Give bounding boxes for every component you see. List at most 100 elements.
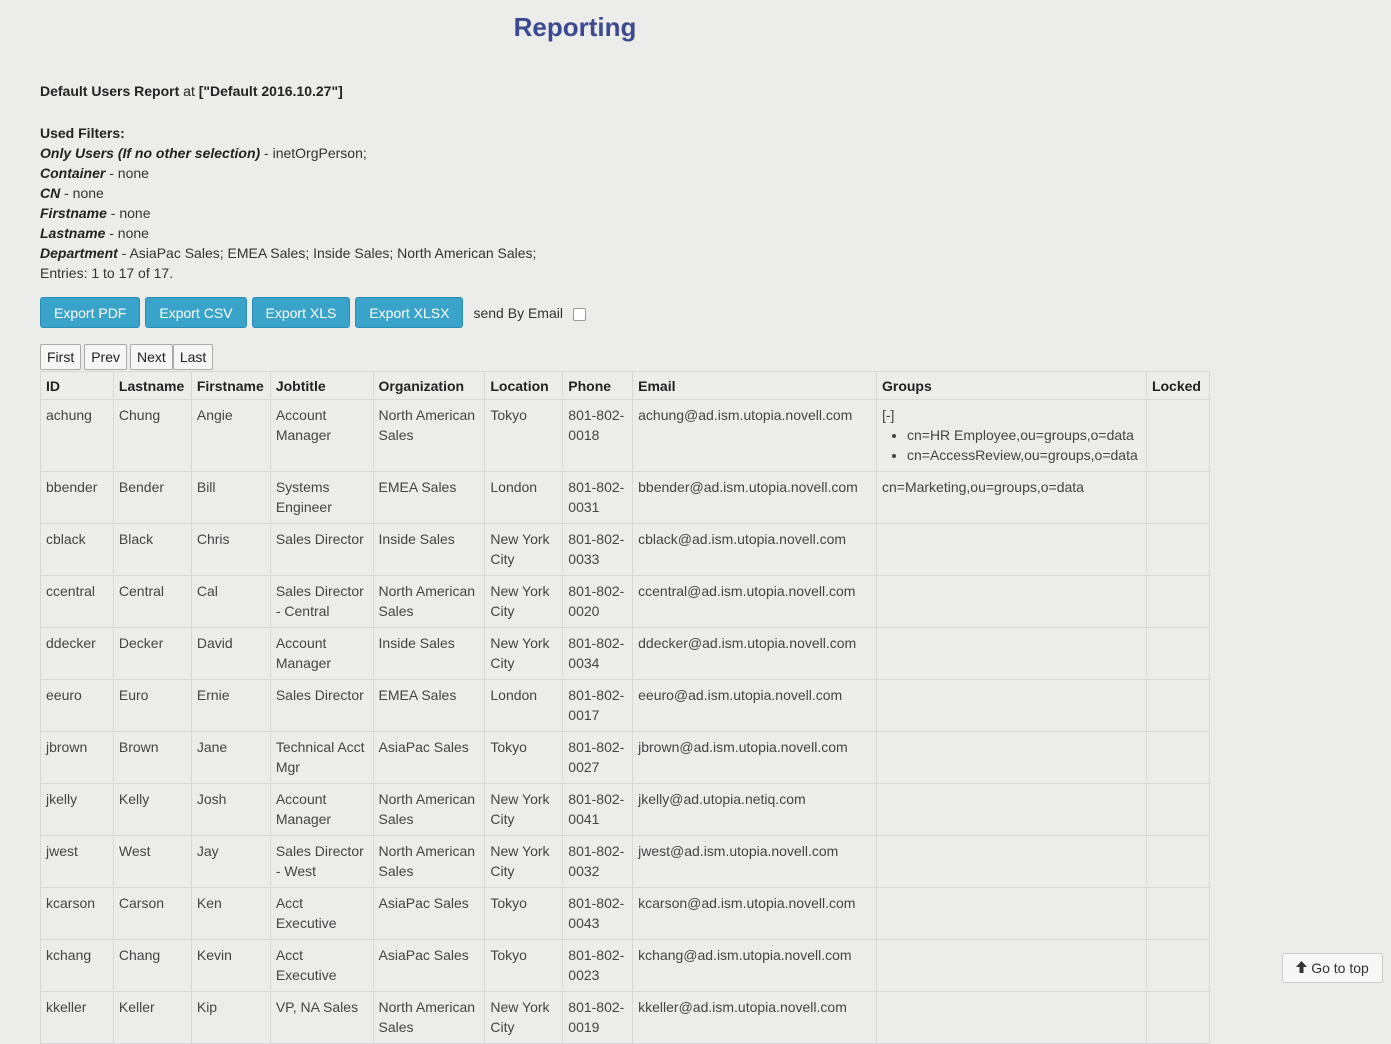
- cell-groups: [875, 627, 1147, 680]
- cell-organization: AsiaPac Sales: [372, 887, 486, 940]
- column-header-organization[interactable]: Organization: [372, 371, 486, 400]
- cell-locked: [1145, 731, 1211, 784]
- cell-email: ddecker@ad.ism.utopia.novell.com: [632, 627, 877, 680]
- column-header-groups[interactable]: Groups: [875, 371, 1147, 400]
- cell-locked: [1145, 887, 1211, 940]
- column-header-phone[interactable]: Phone: [562, 371, 634, 400]
- export-xls-button[interactable]: Export XLS: [251, 297, 351, 328]
- cell-groups: [875, 835, 1147, 888]
- report-profile: ["Default 2016.10.27"]: [198, 83, 343, 99]
- table-row: cblack Black Chris Sales Director Inside Sal…: [40, 523, 1211, 576]
- filter-value: - none: [106, 205, 151, 221]
- cell-location: New York City: [484, 627, 564, 680]
- cell-groups: [875, 991, 1147, 1044]
- cell-location: Tokyo: [484, 399, 564, 472]
- cell-locked: [1145, 575, 1211, 628]
- table-row: kcarson Carson Ken Acct Executive AsiaPac Sa…: [40, 887, 1211, 940]
- filter-value: - none: [105, 165, 149, 181]
- filter-value: - AsiaPac Sales; EMEA Sales; Inside Sale…: [117, 245, 537, 261]
- cell-firstname: David: [190, 627, 271, 680]
- go-to-top-label: Go to top: [1311, 960, 1369, 976]
- column-header-email[interactable]: Email: [632, 371, 877, 400]
- cell-organization: Inside Sales: [372, 523, 486, 576]
- groups-collapse-toggle[interactable]: [-]: [882, 405, 1141, 425]
- cell-location: New York City: [484, 783, 564, 836]
- cell-location: New York City: [484, 835, 564, 888]
- group-item: cn=HR Employee,ou=groups,o=data: [907, 425, 1141, 445]
- column-header-lastname[interactable]: Lastname: [112, 371, 192, 400]
- send-by-email-checkbox[interactable]: [572, 308, 586, 321]
- cell-firstname: Josh: [190, 783, 271, 836]
- column-header-location[interactable]: Location: [484, 371, 564, 400]
- cell-jobtitle: Account Manager: [269, 627, 374, 680]
- column-header-locked[interactable]: Locked: [1145, 371, 1211, 400]
- send-by-email-label: send By Email: [473, 304, 563, 321]
- export-csv-button[interactable]: Export CSV: [145, 297, 247, 328]
- table-row: ccentral Central Cal Sales Director - Centr…: [40, 575, 1211, 628]
- table-row: jwest West Jay Sales Director - West North A…: [40, 835, 1211, 888]
- filter-label: CN: [40, 185, 61, 201]
- cell-groups: [875, 679, 1147, 732]
- cell-firstname: Chris: [190, 523, 271, 576]
- cell-groups: [875, 939, 1147, 992]
- cell-firstname: Jane: [190, 731, 271, 784]
- cell-phone: 801-802-0033: [562, 523, 634, 576]
- cell-groups: [875, 731, 1147, 784]
- cell-firstname: Ernie: [190, 679, 271, 732]
- cell-jobtitle: Sales Director: [269, 679, 374, 732]
- table-row: jbrown Brown Jane Technical Acct Mgr AsiaPac…: [40, 731, 1211, 784]
- go-to-top-button[interactable]: Go to top: [1282, 953, 1383, 983]
- cell-location: Tokyo: [484, 887, 564, 940]
- first-page-button[interactable]: First: [40, 344, 82, 370]
- arrow-up-icon: [1296, 960, 1308, 976]
- export-pdf-button[interactable]: Export PDF: [40, 297, 141, 328]
- filter-value: - none: [105, 225, 149, 241]
- used-filters: Used Filters: Only Users (If no other se…: [40, 123, 536, 283]
- cell-locked: [1145, 679, 1211, 732]
- table-row: ddecker Decker David Account Manager Inside …: [40, 627, 1211, 680]
- cell-email: bbender@ad.ism.utopia.novell.com: [632, 471, 877, 524]
- export-xlsx-button[interactable]: Export XLSX: [355, 297, 464, 328]
- table-header-row: ID Lastname Firstname Jobtitle Organizat…: [40, 371, 1211, 400]
- cell-organization: EMEA Sales: [372, 679, 486, 732]
- table-row: bbender Bender Bill Systems Engineer EMEA Sa…: [40, 471, 1211, 524]
- cell-id: ddecker: [40, 627, 114, 680]
- cell-organization: North American Sales: [372, 783, 486, 836]
- cell-jobtitle: Acct Executive: [269, 887, 374, 940]
- cell-jobtitle: Account Manager: [269, 399, 374, 472]
- cell-id: bbender: [40, 471, 114, 524]
- cell-id: jbrown: [40, 731, 114, 784]
- cell-email: jkelly@ad.utopia.netiq.com: [632, 783, 877, 836]
- next-page-button[interactable]: Next: [130, 344, 173, 370]
- cell-phone: 801-802-0017: [562, 679, 634, 732]
- cell-locked: [1145, 399, 1211, 472]
- cell-lastname: Carson: [112, 887, 192, 940]
- export-toolbar: Export PDF Export CSV Export XLS Export …: [40, 297, 586, 328]
- cell-locked: [1145, 523, 1211, 576]
- table-row: kkeller Keller Kip VP, NA Sales North Americ…: [40, 991, 1211, 1044]
- filter-only-users: Only Users (If no other selection) - ine…: [40, 143, 536, 163]
- cell-jobtitle: Sales Director - Central: [269, 575, 374, 628]
- cell-lastname: Keller: [112, 991, 192, 1044]
- prev-page-button[interactable]: Prev: [84, 344, 128, 370]
- cell-groups: [875, 887, 1147, 940]
- cell-lastname: Chang: [112, 939, 192, 992]
- filters-heading: Used Filters:: [40, 125, 125, 141]
- last-page-button[interactable]: Last: [172, 344, 214, 370]
- cell-locked: [1145, 471, 1211, 524]
- cell-firstname: Bill: [190, 471, 271, 524]
- cell-email: kchang@ad.ism.utopia.novell.com: [632, 939, 877, 992]
- column-header-id[interactable]: ID: [40, 371, 114, 400]
- cell-firstname: Angie: [190, 399, 271, 472]
- cell-lastname: Central: [112, 575, 192, 628]
- cell-jobtitle: Systems Engineer: [269, 471, 374, 524]
- column-header-jobtitle[interactable]: Jobtitle: [269, 371, 374, 400]
- cell-phone: 801-802-0027: [562, 731, 634, 784]
- cell-lastname: Kelly: [112, 783, 192, 836]
- cell-firstname: Kip: [190, 991, 271, 1044]
- column-header-firstname[interactable]: Firstname: [190, 371, 271, 400]
- cell-id: ccentral: [40, 575, 114, 628]
- cell-organization: EMEA Sales: [372, 471, 486, 524]
- filter-container: Container - none: [40, 163, 536, 183]
- cell-firstname: Ken: [190, 887, 271, 940]
